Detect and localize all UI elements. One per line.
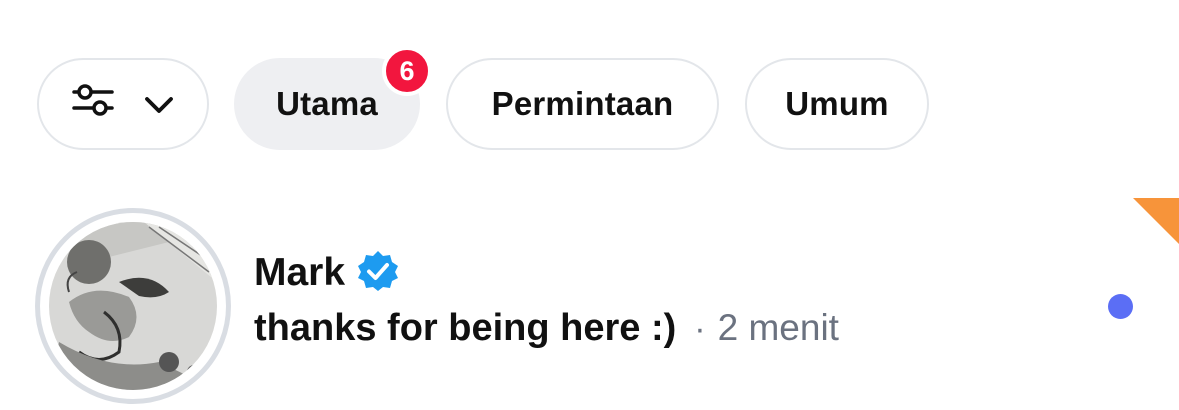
tab-permintaan[interactable]: Permintaan xyxy=(446,58,719,150)
tab-umum[interactable]: Umum xyxy=(745,58,929,150)
sliders-icon xyxy=(72,83,114,125)
sender-name: Mark xyxy=(254,251,346,294)
sender-name-row: Mark xyxy=(254,248,399,298)
message-preview-row: thanks for being here :) · 2 menit xyxy=(254,307,839,350)
verified-badge-icon xyxy=(357,250,399,297)
tab-utama-label: Utama xyxy=(276,85,378,122)
message-time: 2 menit xyxy=(717,307,839,348)
filter-dropdown-button[interactable] xyxy=(37,58,209,150)
unread-indicator xyxy=(1108,294,1133,319)
inbox-view: Utama 6 Permintaan Umum Mark thanks for … xyxy=(0,0,1179,410)
avatar xyxy=(49,222,217,390)
message-preview: thanks for being here :) xyxy=(254,307,677,349)
chevron-down-icon xyxy=(144,85,174,123)
separator-dot: · xyxy=(694,310,706,348)
unread-count-badge: 6 xyxy=(382,46,432,96)
corner-flag-icon xyxy=(1133,198,1179,244)
tab-umum-label: Umum xyxy=(785,85,889,122)
tab-permintaan-label: Permintaan xyxy=(491,85,674,122)
avatar-ring[interactable] xyxy=(35,208,231,404)
